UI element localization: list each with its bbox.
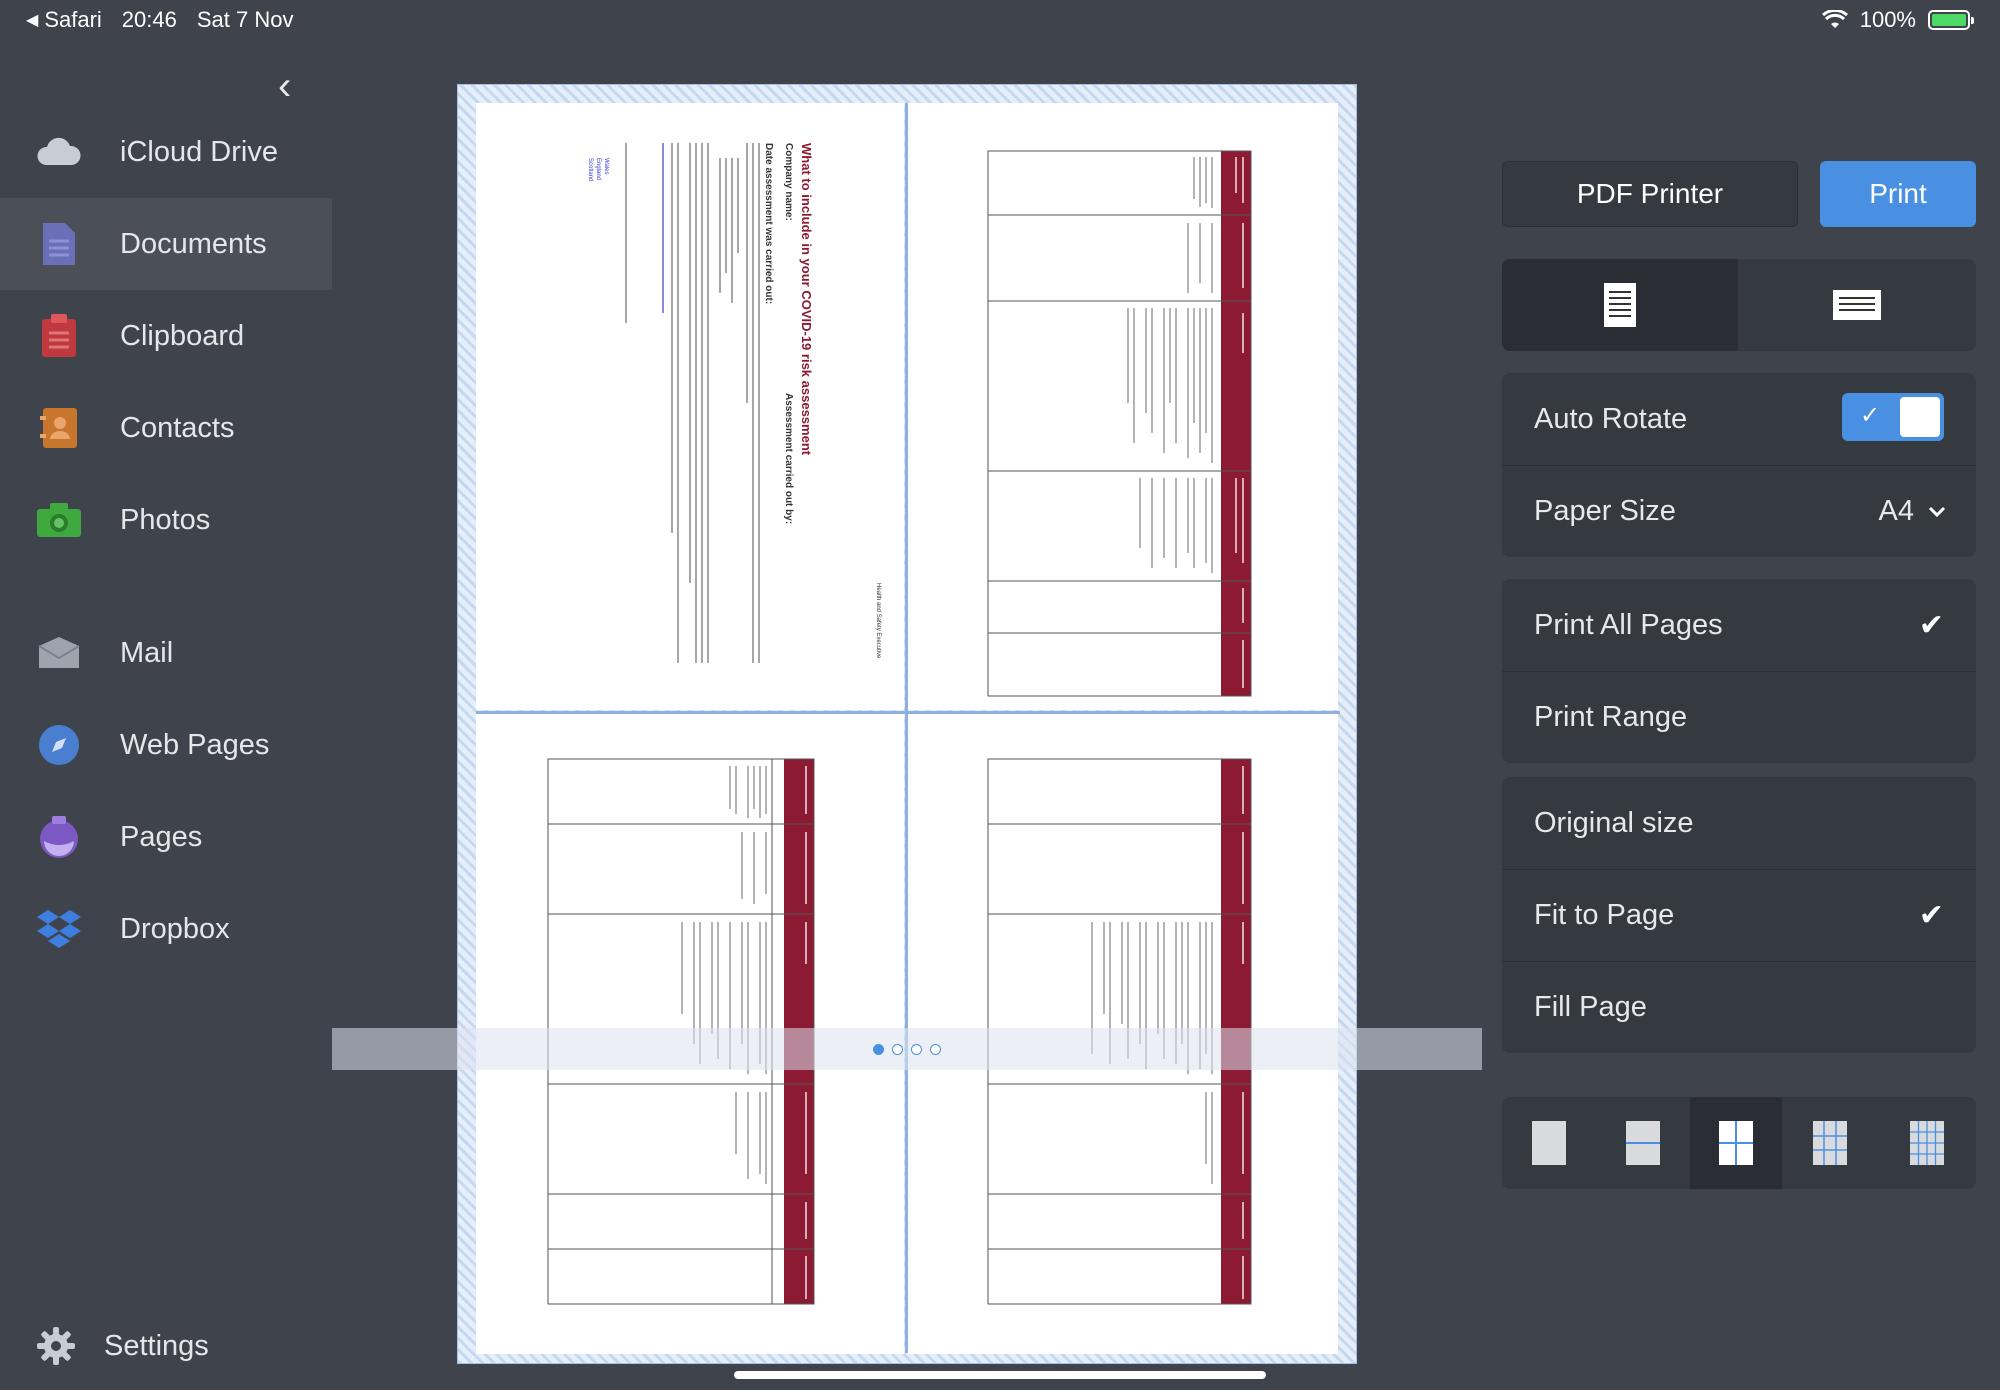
printer-select-button[interactable]: PDF Printer	[1502, 161, 1798, 227]
link-england[interactable]: England	[595, 158, 601, 180]
fit-to-page-option[interactable]: Fit to Page ✔	[1502, 869, 1976, 961]
preview-page-1[interactable]: What to include in your COVID-19 risk as…	[476, 103, 904, 710]
layout-1-up[interactable]	[1502, 1097, 1596, 1189]
sidebar-item-icloud-drive[interactable]: iCloud Drive	[0, 106, 332, 198]
pages-icon	[36, 814, 82, 860]
sidebar-item-mail[interactable]: Mail	[0, 607, 332, 699]
one-page-layout-icon	[1532, 1121, 1566, 1165]
preview-page-2[interactable]	[908, 103, 1338, 710]
chevron-left-icon[interactable]: ‹	[278, 66, 291, 106]
sidebar-item-contacts[interactable]: Contacts	[0, 382, 332, 474]
print-range-option[interactable]: Print Range	[1502, 671, 1976, 763]
sidebar: ‹ iCloud Drive Documents Clipboard Conta…	[0, 40, 332, 1390]
page-range-group: Print All Pages ✔ Print Range	[1502, 579, 1976, 763]
sidebar-item-web-pages[interactable]: Web Pages	[0, 699, 332, 791]
pages-per-sheet-selector	[1502, 1097, 1976, 1189]
preview-sheet: What to include in your COVID-19 risk as…	[457, 84, 1357, 1364]
page-dot-3[interactable]	[911, 1043, 922, 1055]
sidebar-item-documents[interactable]: Documents	[0, 198, 332, 290]
print-options-panel: PDF Printer Print Auto Rotate ✓ Paper Si…	[1502, 40, 1976, 1390]
auto-rotate-toggle[interactable]: ✓	[1842, 393, 1944, 441]
original-size-option[interactable]: Original size	[1502, 777, 1976, 869]
battery-icon	[1928, 10, 1974, 30]
sidebar-item-photos[interactable]: Photos	[0, 474, 332, 566]
paper-size-value: A4	[1878, 495, 1914, 527]
sixteen-page-layout-icon	[1910, 1121, 1944, 1165]
four-page-layout-icon	[1719, 1121, 1753, 1165]
checkmark-icon: ✔	[1918, 899, 1944, 932]
gear-icon	[37, 1327, 75, 1365]
print-all-pages-option[interactable]: Print All Pages ✔	[1502, 579, 1976, 671]
layout-2-up[interactable]	[1596, 1097, 1690, 1189]
page-body-text	[625, 143, 760, 663]
document-icon	[36, 221, 82, 267]
layout-9-up[interactable]	[1782, 1097, 1878, 1189]
fill-page-option[interactable]: Fill Page	[1502, 961, 1976, 1053]
checkmark-icon: ✓	[1860, 402, 1881, 429]
orientation-landscape[interactable]	[1738, 259, 1976, 351]
wifi-icon	[1821, 10, 1848, 28]
sidebar-item-clipboard[interactable]: Clipboard	[0, 290, 332, 382]
nine-page-layout-icon	[1813, 1121, 1847, 1165]
two-page-layout-icon	[1626, 1121, 1660, 1165]
orientation-selector	[1502, 259, 1976, 351]
link-wales[interactable]: Wales	[603, 158, 609, 174]
page-dot-4[interactable]	[930, 1043, 941, 1055]
auto-rotate-row: Auto Rotate ✓	[1502, 373, 1976, 465]
layout-4-up[interactable]	[1690, 1097, 1782, 1189]
clipboard-icon	[36, 313, 82, 359]
compass-icon	[36, 722, 82, 768]
print-button[interactable]: Print	[1820, 161, 1976, 227]
status-bar: ◀ Safari 20:46 Sat 7 Nov 100%	[0, 0, 2000, 40]
contacts-icon	[36, 405, 82, 451]
portrait-page-icon	[1604, 283, 1636, 327]
toggle-knob	[1900, 397, 1940, 437]
page-dot-1[interactable]	[873, 1043, 884, 1055]
risk-table	[987, 150, 1252, 697]
date: Sat 7 Nov	[196, 7, 294, 32]
page-indicator[interactable]	[332, 1028, 1482, 1070]
layout-16-up[interactable]	[1878, 1097, 1976, 1189]
sidebar-item-dropbox[interactable]: Dropbox	[0, 883, 332, 975]
page-setup-group: Auto Rotate ✓ Paper Size A4	[1502, 373, 1976, 557]
settings-button[interactable]: Settings	[36, 1326, 209, 1366]
scaling-group: Original size Fit to Page ✔ Fill Page	[1502, 777, 1976, 1053]
link-scotland[interactable]: Scotland	[587, 158, 593, 181]
back-to-safari[interactable]: ◀ Safari	[26, 7, 102, 33]
chevron-down-icon	[1928, 506, 1946, 517]
orientation-portrait[interactable]	[1502, 259, 1738, 351]
battery-percent: 100%	[1859, 7, 1916, 32]
cloud-icon	[36, 129, 82, 175]
dropbox-icon	[36, 906, 82, 952]
page-dot-2[interactable]	[892, 1043, 903, 1055]
page-divider-vertical	[905, 103, 908, 1353]
camera-icon	[36, 497, 82, 543]
print-preview[interactable]: What to include in your COVID-19 risk as…	[332, 40, 1482, 1390]
page-divider-horizontal	[476, 711, 1340, 714]
sidebar-item-pages[interactable]: Pages	[0, 791, 332, 883]
landscape-page-icon	[1833, 290, 1881, 320]
checkmark-icon: ✔	[1918, 608, 1944, 642]
mail-icon	[36, 630, 82, 676]
home-indicator[interactable]	[734, 1371, 1266, 1379]
back-triangle-icon: ◀	[26, 12, 39, 29]
paper-size-row[interactable]: Paper Size A4	[1502, 465, 1976, 557]
clock: 20:46	[121, 7, 177, 32]
